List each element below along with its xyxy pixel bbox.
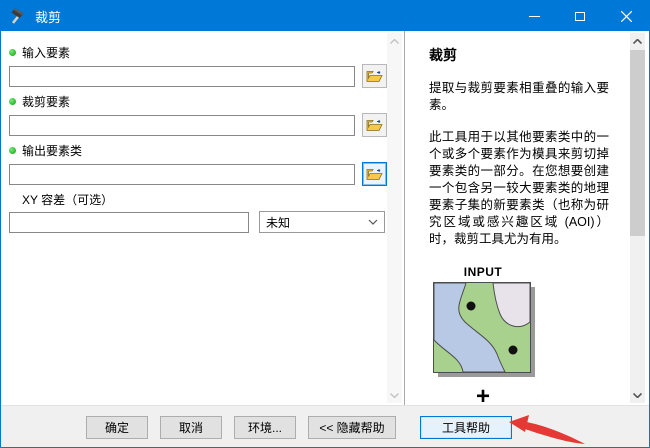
maximize-icon xyxy=(575,11,585,21)
input-features-label: 输入要素 xyxy=(22,46,71,60)
open-folder-icon xyxy=(366,119,383,131)
minimize-button[interactable] xyxy=(511,1,557,31)
clip-features-field[interactable] xyxy=(9,114,355,136)
output-feature-class-label: 输出要素类 xyxy=(22,144,83,158)
help-description: 此工具用于以其他要素类中的一个或多个要素作为模具来剪切掉要素类的一部分。在您想要… xyxy=(429,130,609,246)
scrollbar-thumb[interactable] xyxy=(630,50,645,236)
xy-tolerance-field[interactable] xyxy=(9,211,249,233)
clip-features-label: 裁剪要素 xyxy=(22,95,71,109)
clip-diagram: INPUT + CLIP FEATURE xyxy=(433,265,535,406)
left-panel-scrollbar[interactable] xyxy=(387,33,402,403)
output-feature-class-field[interactable] xyxy=(9,163,355,185)
ok-button[interactable]: 确定 xyxy=(86,416,148,439)
chevron-down-icon xyxy=(368,219,378,225)
close-button[interactable] xyxy=(603,1,649,31)
scroll-down-icon[interactable] xyxy=(387,387,402,403)
minimize-icon xyxy=(528,15,540,17)
browse-input-features-button[interactable] xyxy=(362,64,387,88)
required-indicator xyxy=(9,98,16,105)
required-indicator xyxy=(9,147,16,154)
scroll-down-icon[interactable] xyxy=(630,387,645,403)
clip-tool-dialog: 裁剪 输入要素 裁剪要素 输出要素类 XY 容差（可选） 未知 裁剪 提取与裁剪… xyxy=(0,0,650,448)
parameters-panel: 输入要素 裁剪要素 输出要素类 XY 容差（可选） 未知 xyxy=(1,31,405,405)
titlebar[interactable]: 裁剪 xyxy=(1,1,649,31)
help-panel-scrollbar[interactable] xyxy=(630,33,645,403)
input-features-field[interactable] xyxy=(9,65,355,87)
diagram-input-label: INPUT xyxy=(463,265,503,279)
xy-tolerance-unit-select[interactable]: 未知 xyxy=(259,211,385,233)
unit-select-value: 未知 xyxy=(266,215,291,230)
cancel-button[interactable]: 取消 xyxy=(160,416,222,439)
dialog-footer: 确定 取消 环境... << 隐藏帮助 工具帮助 xyxy=(1,405,649,447)
scroll-up-icon[interactable] xyxy=(630,33,645,49)
hide-help-button[interactable]: << 隐藏帮助 xyxy=(308,416,396,439)
open-folder-icon xyxy=(366,168,383,180)
close-icon xyxy=(620,10,632,22)
scroll-up-icon[interactable] xyxy=(387,33,402,49)
window-title: 裁剪 xyxy=(35,9,62,25)
hammer-tool-icon xyxy=(11,8,24,24)
environments-button[interactable]: 环境... xyxy=(234,416,296,439)
required-indicator xyxy=(9,49,16,56)
help-panel: 裁剪 提取与裁剪要素相重叠的输入要素。 此工具用于以其他要素类中的一个或多个要素… xyxy=(405,31,649,405)
xy-tolerance-label: XY 容差（可选） xyxy=(22,193,114,207)
browse-output-button[interactable] xyxy=(362,162,387,186)
help-title: 裁剪 xyxy=(429,47,457,63)
help-summary: 提取与裁剪要素相重叠的输入要素。 xyxy=(429,81,609,112)
input-map-graphic xyxy=(433,282,535,377)
browse-clip-features-button[interactable] xyxy=(362,113,387,137)
open-folder-icon xyxy=(366,70,383,82)
tool-help-button[interactable]: 工具帮助 xyxy=(420,416,512,439)
maximize-button[interactable] xyxy=(557,1,603,31)
diagram-plus-sign: + xyxy=(475,383,490,406)
